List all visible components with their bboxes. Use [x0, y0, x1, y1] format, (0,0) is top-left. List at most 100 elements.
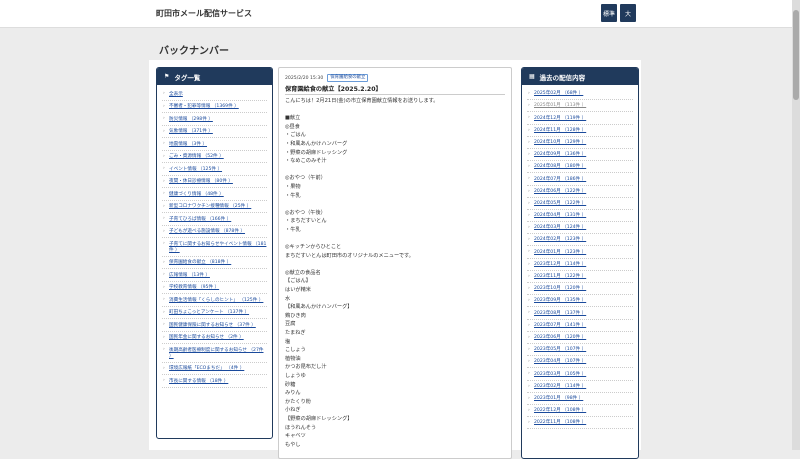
archive-month-link[interactable]: 2024年04月 （131件 ） — [527, 210, 633, 223]
message-line — [285, 106, 507, 115]
scrollbar-thumb[interactable] — [793, 10, 799, 100]
message-meta: 2025/2/20 15:30 保育園給食の献立 — [285, 74, 369, 82]
archive-title: 過去の配信内容 — [539, 73, 586, 82]
message-line: ■献立 — [285, 115, 301, 122]
site-title[interactable]: 町田市メール配信サービス — [156, 8, 252, 19]
message-line — [285, 235, 507, 244]
archive-month-link[interactable]: 2024年12月 （119件 ） — [527, 112, 633, 125]
page-scrollbar[interactable] — [792, 0, 800, 450]
message-tag-badge[interactable]: 保育園給食の献立 — [327, 74, 369, 82]
tag-link[interactable]: イベント情報 （125件 ） — [162, 163, 267, 176]
message-line: ・ごはん — [285, 132, 306, 139]
archive-month-link[interactable]: 2023年05月 （107件 ） — [527, 344, 633, 357]
message-line: ◎おやつ（午後） — [285, 209, 326, 216]
archive-month-link[interactable]: 2023年02月 （114件 ） — [527, 381, 633, 393]
message-line: かたくり粉 — [285, 398, 311, 405]
message-line: 塩 — [285, 338, 291, 345]
archive-month-link[interactable]: 2024年08月 （180件 ） — [527, 161, 633, 174]
calendar-icon: ▦ — [529, 73, 535, 80]
archive-month-link[interactable]: 2025年01月 （113件 ） — [527, 100, 633, 113]
tag-link[interactable]: 消費生活情報「くらしのヒント」 （125件 ） — [162, 294, 267, 307]
font-size-large-button[interactable]: 大 — [620, 4, 636, 22]
tag-link[interactable]: 子育てに関するお知らせやイベント情報 （181件 ） — [162, 238, 267, 257]
archive-month-link[interactable]: 2023年01月 （98件 ） — [527, 393, 633, 405]
tag-link[interactable]: 夜間・休日診療情報 （80件 ） — [162, 176, 267, 188]
message-line: ・和風あんかけハンバーグ — [285, 140, 348, 147]
message-line: 【ごはん】 — [285, 278, 311, 285]
archive-month-link[interactable]: 2023年09月 （135件 ） — [527, 295, 633, 308]
message-line: 砂糖 — [285, 381, 296, 388]
archive-month-link[interactable]: 2023年08月 （137件 ） — [527, 307, 633, 320]
message-line: ・なめこのみそ汁 — [285, 158, 327, 165]
message-line: たまねぎ — [285, 330, 306, 337]
archive-month-link[interactable]: 2024年03月 （124件 ） — [527, 222, 633, 235]
message-line: 豆腐 — [285, 321, 296, 328]
tag-link[interactable]: 気象情報 （371件 ） — [162, 126, 267, 138]
archive-month-link[interactable]: 2022年11月 （108件 ） — [527, 417, 633, 430]
tag-link[interactable]: 広報情報 （13件 ） — [162, 269, 267, 282]
tag-link[interactable]: 町田ちょこっとアンケート （137件 ） — [162, 307, 267, 319]
tag-link[interactable]: 全表示 — [162, 88, 267, 101]
message-line: ・果物 — [285, 183, 301, 190]
archive-month-link[interactable]: 2023年03月 （105件 ） — [527, 368, 633, 381]
message-line: ほうれんそう — [285, 424, 317, 431]
message-line: まちだすいとんは町田市のオリジナルのメニューです。 — [285, 252, 414, 259]
archive-month-link[interactable]: 2022年12月 （108件 ） — [527, 405, 633, 418]
archive-month-link[interactable]: 2024年09月 （136件 ） — [527, 149, 633, 162]
archive-month-link[interactable]: 2024年07月 （186件 ） — [527, 173, 633, 186]
archive-month-link[interactable]: 2023年12月 （114件 ） — [527, 259, 633, 271]
archive-month-link[interactable]: 2023年11月 （122件 ） — [527, 271, 633, 283]
message-line: ・牛乳 — [285, 192, 301, 199]
tag-link[interactable]: 子どもが遊べる施設情報 （878件 ） — [162, 226, 267, 238]
archive-month-link[interactable]: 2023年04月 （107件 ） — [527, 356, 633, 369]
message-line: ◎キッチンからひとこと — [285, 244, 342, 251]
tag-link[interactable]: 新型コロナワクチン接種情報 （25件 ） — [162, 201, 267, 213]
message-line: こしょう — [285, 347, 306, 354]
archive-month-link[interactable]: 2024年06月 （122件 ） — [527, 186, 633, 198]
tag-link[interactable]: 不審者・犯罪等情報 （1369件 ） — [162, 101, 267, 113]
tag-link[interactable]: 防災情報 （298件 ） — [162, 113, 267, 126]
font-size-standard-button[interactable]: 標準 — [601, 4, 617, 22]
tag-link[interactable]: 保育園給食の献立 （818件 ） — [162, 257, 267, 269]
message-datetime: 2025/2/20 15:30 — [285, 75, 324, 81]
tag-link[interactable]: ごみ・資源情報 （52件 ） — [162, 151, 267, 163]
message-line: 小ねぎ — [285, 407, 301, 414]
message-line: 水 — [285, 295, 291, 302]
archive-month-link[interactable]: 2024年11月 （128件 ） — [527, 125, 633, 137]
message-line: 鶏ひき肉 — [285, 312, 306, 319]
tag-link[interactable]: 市長に関する情報 （18件 ） — [162, 375, 267, 388]
archive-month-link[interactable]: 2025年02月 （68件 ） — [527, 88, 633, 101]
tag-link[interactable]: 地震情報 （3件 ） — [162, 138, 267, 151]
message-line — [285, 166, 507, 175]
message-line: ◎献立の食品名 — [285, 269, 321, 276]
tag-list-panel: ⚑ タグ一覧 全表示不審者・犯罪等情報 （1369件 ）防災情報 （298件 ）… — [156, 67, 273, 439]
tag-link[interactable]: 環境広報紙「ECOまちだ」 （4件 ） — [162, 363, 267, 375]
tag-link[interactable]: 子育てひろば情報 （166件 ） — [162, 213, 267, 226]
tag-link[interactable]: 後期高齢者医療制度に関するお知らせ （27件 ） — [162, 344, 267, 363]
message-line: ◎昼食 — [285, 123, 300, 130]
archive-month-link[interactable]: 2023年10月 （120件 ） — [527, 283, 633, 296]
archive-month-link[interactable]: 2023年07月 （141件 ） — [527, 320, 633, 332]
message-line: こんにちは！2月21日(金)の市立保育園献立情報をお送りします。 — [285, 98, 439, 104]
tag-link[interactable]: 健康づくり情報 （48件 ） — [162, 188, 267, 201]
archive-month-link[interactable]: 2024年01月 （123件 ） — [527, 246, 633, 259]
tag-list-title: タグ一覧 — [174, 73, 201, 82]
message-body: こんにちは！2月21日(金)の市立保育園献立情報をお送りします。 ■献立 ◎昼食・ご… — [285, 97, 507, 449]
message-line: ・牛乳 — [285, 226, 301, 233]
archive-month-link[interactable]: 2023年06月 （120件 ） — [527, 332, 633, 344]
archive-panel: ▦ 過去の配信内容 2025年02月 （68件 ）2025年01月 （113件 … — [521, 67, 639, 459]
message-line: キャベツ — [285, 433, 306, 440]
tag-link[interactable]: 国民年金に関するお知らせ （2件 ） — [162, 332, 267, 344]
tag-list: 全表示不審者・犯罪等情報 （1369件 ）防災情報 （298件 ）気象情報 （3… — [157, 85, 272, 388]
message-line: かつお昆布だし汁 — [285, 364, 327, 371]
tag-link[interactable]: 国民健康保険に関するお知らせ （37件 ） — [162, 319, 267, 332]
archive-month-link[interactable]: 2024年10月 （129件 ） — [527, 137, 633, 149]
message-line: しょうゆ — [285, 373, 306, 379]
message-line: 【野菜の胡麻ドレッシング】 — [285, 415, 353, 422]
tag-link[interactable]: 学校教育情報 （95件 ） — [162, 282, 267, 294]
message-line: 植物油 — [285, 355, 301, 362]
message-line: もやし — [285, 441, 301, 448]
archive-month-link[interactable]: 2024年02月 （123件 ） — [527, 234, 633, 247]
message-line: ・まちだすいとん — [285, 218, 327, 225]
archive-month-link[interactable]: 2024年05月 （122件 ） — [527, 198, 633, 210]
